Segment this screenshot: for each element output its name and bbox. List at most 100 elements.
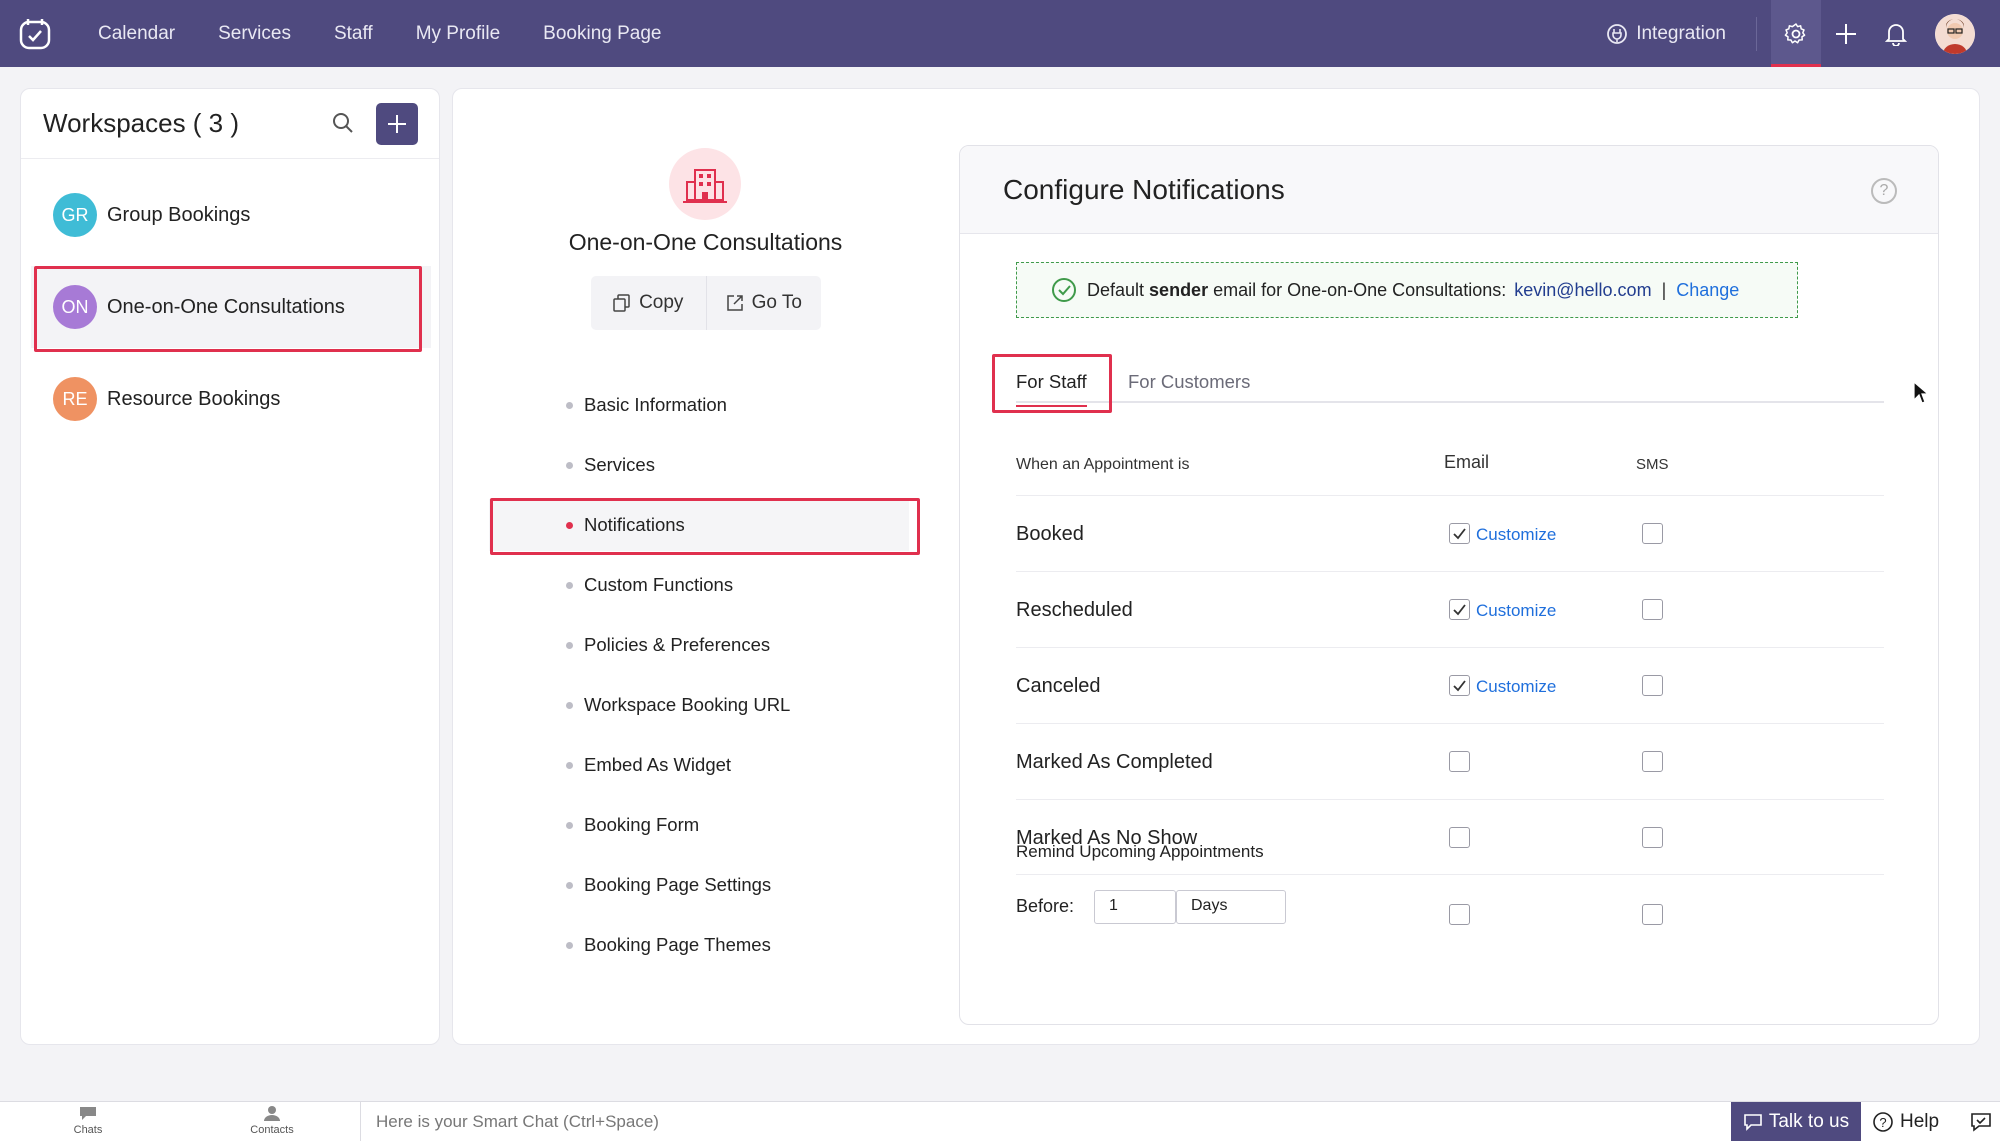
email-checkbox[interactable] [1449, 523, 1470, 544]
help-icon[interactable]: ? [1871, 178, 1897, 204]
email-checkbox[interactable] [1449, 904, 1470, 925]
feedback-icon[interactable] [1970, 1112, 1992, 1132]
change-sender-link[interactable]: Change [1676, 280, 1739, 301]
workspaces-header: Workspaces ( 3 ) [21, 89, 439, 159]
bell-icon [1885, 23, 1907, 46]
bullet [566, 761, 573, 769]
menu-booking-page-themes[interactable]: Booking Page Themes [489, 919, 909, 971]
workspace-item-resource-bookings[interactable]: RE Resource Bookings [31, 358, 431, 440]
bullet [566, 641, 573, 649]
menu-label: Embed As Widget [584, 754, 732, 775]
bullet [566, 581, 573, 589]
check-icon [1453, 528, 1466, 540]
sms-checkbox[interactable] [1642, 827, 1663, 848]
sms-checkbox[interactable] [1642, 675, 1663, 696]
menu-policies-preferences[interactable]: Policies & Preferences [489, 619, 909, 671]
menu-label: Policies & Preferences [584, 634, 771, 655]
nav-staff[interactable]: Staff [334, 23, 373, 45]
chats-button[interactable]: Chats [38, 1105, 138, 1136]
bullet [566, 461, 573, 469]
sender-suffix: email for One-on-One Consultations: [1213, 279, 1507, 300]
sms-checkbox[interactable] [1642, 751, 1663, 772]
before-value-input[interactable]: 1 [1094, 890, 1176, 924]
workspace-item-one-on-one[interactable]: ON One-on-One Consultations [31, 266, 431, 348]
sms-checkbox[interactable] [1642, 599, 1663, 620]
bullet [566, 821, 573, 829]
menu-custom-functions[interactable]: Custom Functions [489, 559, 909, 611]
workspace-title: One-on-One Consultations [568, 229, 843, 255]
menu-basic-information[interactable]: Basic Information [489, 379, 909, 431]
sms-checkbox[interactable] [1642, 904, 1663, 925]
email-checkbox[interactable] [1449, 675, 1470, 696]
menu-services[interactable]: Services [489, 439, 909, 491]
notifications-button[interactable] [1871, 0, 1921, 67]
table-row: Canceled Customize [1016, 647, 1884, 723]
customize-link[interactable]: Customize [1476, 677, 1556, 697]
workspace-avatar: GR [53, 193, 97, 237]
main-nav: Calendar Services Staff My Profile Booki… [98, 23, 705, 45]
bullet [566, 401, 573, 409]
nav-services[interactable]: Services [218, 23, 291, 45]
top-navigation-bar: Calendar Services Staff My Profile Booki… [0, 0, 2000, 67]
workspace-avatar: RE [53, 377, 97, 421]
menu-notifications[interactable]: Notifications [489, 499, 909, 551]
search-icon[interactable] [331, 111, 355, 140]
goto-button[interactable]: Go To [705, 276, 822, 330]
user-avatar[interactable] [1935, 13, 1975, 54]
customize-link[interactable]: Customize [1476, 601, 1556, 621]
menu-booking-page-settings[interactable]: Booking Page Settings [489, 859, 909, 911]
tab-for-staff[interactable]: For Staff [1016, 371, 1087, 407]
table-row: Booked Customize [1016, 495, 1884, 571]
add-button[interactable] [1821, 0, 1871, 67]
before-unit-select[interactable]: Days [1176, 890, 1286, 924]
workspace-settings-panel: One-on-One Consultations Copy Go To Basi… [452, 88, 1980, 1045]
email-checkbox[interactable] [1449, 751, 1470, 772]
bullet [566, 941, 573, 949]
email-checkbox[interactable] [1449, 827, 1470, 848]
contacts-icon [264, 1106, 280, 1121]
bullet [566, 521, 573, 529]
contacts-label: Contacts [250, 1124, 294, 1136]
menu-label: Booking Form [584, 814, 700, 835]
menu-booking-form[interactable]: Booking Form [489, 799, 909, 851]
configure-notifications-card: Configure Notifications ? Default sender… [959, 145, 1939, 1025]
workspace-item-group-bookings[interactable]: GR Group Bookings [31, 174, 431, 256]
row-label: Canceled [1016, 675, 1101, 697]
nav-my-profile[interactable]: My Profile [416, 23, 500, 45]
copy-button[interactable]: Copy [591, 276, 706, 330]
top-right-actions: Integration [1606, 0, 2000, 67]
mouse-cursor-icon [1913, 380, 1930, 404]
card-header: Configure Notifications ? [960, 146, 1938, 234]
menu-label: Booking Page Settings [584, 874, 772, 895]
menu-workspace-booking-url[interactable]: Workspace Booking URL [489, 679, 909, 731]
app-logo-icon[interactable] [15, 14, 55, 54]
contacts-button[interactable]: Contacts [222, 1105, 322, 1136]
menu-embed-as-widget[interactable]: Embed As Widget [489, 739, 909, 791]
workspaces-title: Workspaces ( 3 ) [43, 108, 240, 138]
bottom-bar: Chats Contacts Here is your Smart Chat (… [0, 1101, 2000, 1141]
sms-checkbox[interactable] [1642, 523, 1663, 544]
integration-button[interactable]: Integration [1606, 23, 1726, 45]
bullet [566, 881, 573, 889]
customize-link[interactable]: Customize [1476, 525, 1556, 545]
sender-bold: sender [1149, 279, 1209, 300]
copy-label: Copy [639, 292, 684, 313]
help-button[interactable]: ? Help [1872, 1102, 1939, 1141]
goto-label: Go To [751, 292, 802, 313]
add-workspace-button[interactable] [376, 103, 418, 145]
nav-booking-page[interactable]: Booking Page [543, 23, 661, 45]
talk-to-us-button[interactable]: Talk to us [1731, 1102, 1861, 1141]
smart-chat-input[interactable]: Here is your Smart Chat (Ctrl+Space) [376, 1112, 659, 1132]
nav-calendar[interactable]: Calendar [98, 23, 175, 45]
email-checkbox[interactable] [1449, 599, 1470, 620]
menu-label: Workspace Booking URL [584, 694, 791, 715]
audience-tabs: For Staff For Customers [1016, 359, 1884, 407]
integration-label: Integration [1636, 22, 1726, 44]
plug-icon [1607, 23, 1628, 44]
settings-button[interactable] [1771, 0, 1821, 67]
tab-for-customers[interactable]: For Customers [1128, 371, 1250, 393]
row-label: Booked [1016, 523, 1084, 545]
menu-label: Custom Functions [584, 574, 734, 595]
table-row: Rescheduled Customize [1016, 571, 1884, 647]
sender-email: kevin@hello.com [1514, 279, 1652, 300]
